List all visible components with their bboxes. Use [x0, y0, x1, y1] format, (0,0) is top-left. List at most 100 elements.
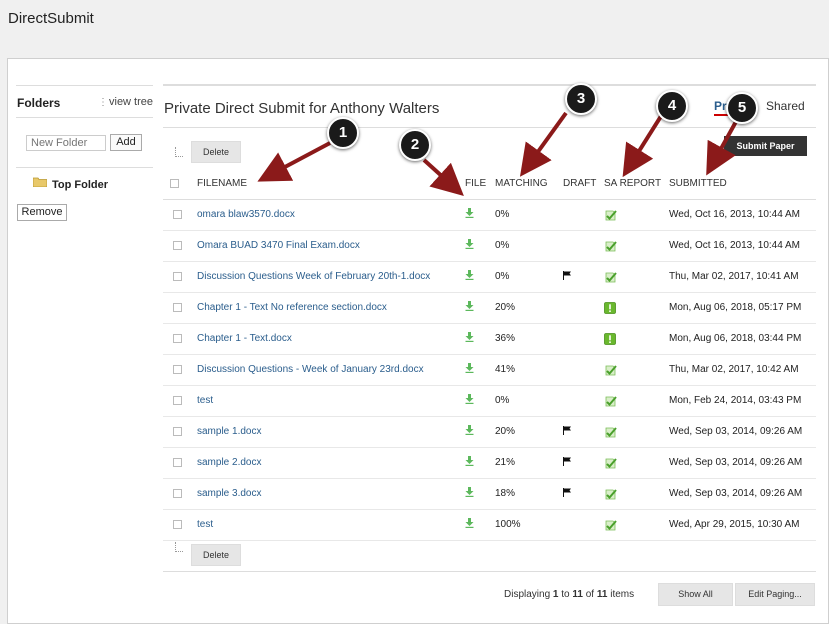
callout-1: 1 [327, 117, 359, 149]
filename-link[interactable]: Chapter 1 - Text No reference section.do… [197, 302, 387, 313]
download-icon[interactable] [465, 363, 474, 376]
column-header-submitted[interactable]: SUBMITTED [669, 168, 816, 200]
submit-paper-button[interactable]: Submit Paper [724, 136, 807, 156]
filename-link[interactable]: sample 2.docx [197, 457, 261, 468]
draft-cell [563, 230, 604, 262]
download-icon[interactable] [465, 456, 474, 469]
file-cell [465, 354, 495, 386]
row-checkbox[interactable] [173, 240, 182, 250]
download-icon[interactable] [465, 394, 474, 407]
check-report-icon[interactable] [604, 426, 618, 438]
draft-cell [563, 261, 604, 293]
alert-report-icon[interactable] [604, 332, 618, 345]
row-checkbox[interactable] [173, 519, 182, 529]
row-checkbox[interactable] [173, 271, 182, 281]
new-folder-input[interactable] [26, 135, 106, 151]
row-checkbox[interactable] [173, 426, 182, 436]
edit-paging-button[interactable]: Edit Paging... [735, 583, 815, 606]
row-checkbox[interactable] [173, 457, 182, 467]
show-all-button[interactable]: Show All [658, 583, 733, 606]
select-all-cell [163, 168, 197, 200]
download-icon[interactable] [465, 270, 474, 283]
check-report-icon[interactable] [604, 488, 618, 500]
filename-link[interactable]: sample 3.docx [197, 488, 261, 499]
row-checkbox-cell [163, 478, 197, 510]
paging-prefix: Displaying [504, 589, 551, 600]
draft-cell [563, 323, 604, 355]
download-icon[interactable] [465, 518, 474, 531]
submitted-cell: Thu, Mar 02, 2017, 10:42 AM [669, 354, 816, 386]
filename-link[interactable]: sample 1.docx [197, 426, 261, 437]
tree-item-top-folder[interactable]: Top Folder [52, 179, 108, 191]
filename-link[interactable]: test [197, 395, 213, 406]
filename-cell: sample 3.docx [197, 478, 465, 510]
matching-cell: 0% [495, 230, 563, 262]
alert-report-icon[interactable] [604, 301, 618, 314]
submitted-cell: Wed, Oct 16, 2013, 10:44 AM [669, 230, 816, 262]
remove-folder-button[interactable]: Remove [17, 204, 67, 221]
check-report-icon[interactable] [604, 240, 618, 252]
download-icon[interactable] [465, 208, 474, 221]
check-report-icon[interactable] [604, 519, 618, 531]
file-cell [465, 323, 495, 355]
folder-icon [33, 177, 47, 187]
sa-report-cell [604, 323, 669, 355]
filename-link[interactable]: test [197, 519, 213, 530]
check-report-icon[interactable] [604, 271, 618, 283]
filename-cell: omara blaw3570.docx [197, 199, 465, 231]
check-report-icon[interactable] [604, 364, 618, 376]
add-folder-button[interactable]: Add [110, 134, 142, 151]
row-checkbox-cell [163, 354, 197, 386]
row-checkbox[interactable] [173, 364, 182, 374]
row-checkbox[interactable] [173, 395, 182, 405]
tab-shared[interactable]: Shared [766, 99, 805, 113]
download-icon[interactable] [465, 487, 474, 500]
flag-icon [563, 270, 571, 283]
matching-cell: 20% [495, 292, 563, 324]
download-icon[interactable] [465, 239, 474, 252]
table-row: sample 2.docx 21% Wed, Sep 03, 2014, 09:26… [163, 447, 816, 479]
row-checkbox[interactable] [173, 488, 182, 498]
check-report-icon[interactable] [604, 457, 618, 469]
table-row: Discussion Questions - Week of January 2… [163, 354, 816, 386]
delete-button-bottom[interactable]: Delete [191, 544, 241, 566]
filename-link[interactable]: omara blaw3570.docx [197, 209, 295, 220]
row-checkbox[interactable] [173, 209, 182, 219]
download-icon[interactable] [465, 301, 474, 314]
filename-link[interactable]: Chapter 1 - Text.docx [197, 333, 292, 344]
filename-link[interactable]: Omara BUAD 3470 Final Exam.docx [197, 240, 360, 251]
files-table: FILENAME FILE MATCHING DRAFT SA REPORT S… [163, 168, 816, 541]
column-header-matching[interactable]: MATCHING [495, 168, 563, 200]
paging-from: 1 [552, 589, 559, 600]
filename-cell: sample 1.docx [197, 416, 465, 448]
callout-5: 5 [726, 92, 758, 124]
paging-to-word: to [561, 589, 570, 600]
submitted-cell: Mon, Aug 06, 2018, 05:17 PM [669, 292, 816, 324]
select-all-checkbox[interactable] [170, 178, 179, 188]
column-header-draft: DRAFT [563, 168, 604, 200]
download-icon[interactable] [465, 425, 474, 438]
matching-cell: 41% [495, 354, 563, 386]
sa-report-cell [604, 354, 669, 386]
row-checkbox-cell [163, 261, 197, 293]
view-tree-link[interactable]: ⋮view tree [98, 96, 153, 108]
table-row: Discussion Questions Week of February 20… [163, 261, 816, 293]
check-report-icon[interactable] [604, 209, 618, 221]
sidebar-divider [16, 167, 153, 168]
column-header-filename[interactable]: FILENAME [197, 168, 465, 200]
download-icon[interactable] [465, 332, 474, 345]
check-report-icon[interactable] [604, 395, 618, 407]
matching-cell: 20% [495, 416, 563, 448]
filename-link[interactable]: Discussion Questions Week of February 20… [197, 271, 430, 282]
submitted-cell: Mon, Aug 06, 2018, 03:44 PM [669, 323, 816, 355]
paging-total: 11 [596, 589, 608, 600]
row-checkbox[interactable] [173, 302, 182, 312]
table-row: Chapter 1 - Text No reference section.do… [163, 292, 816, 324]
row-checkbox[interactable] [173, 333, 182, 343]
filename-cell: test [197, 509, 465, 541]
submitted-cell: Wed, Oct 16, 2013, 10:44 AM [669, 199, 816, 231]
matching-cell: 0% [495, 199, 563, 231]
filename-link[interactable]: Discussion Questions - Week of January 2… [197, 364, 424, 375]
delete-button-top[interactable]: Delete [191, 141, 241, 163]
draft-cell [563, 447, 604, 479]
